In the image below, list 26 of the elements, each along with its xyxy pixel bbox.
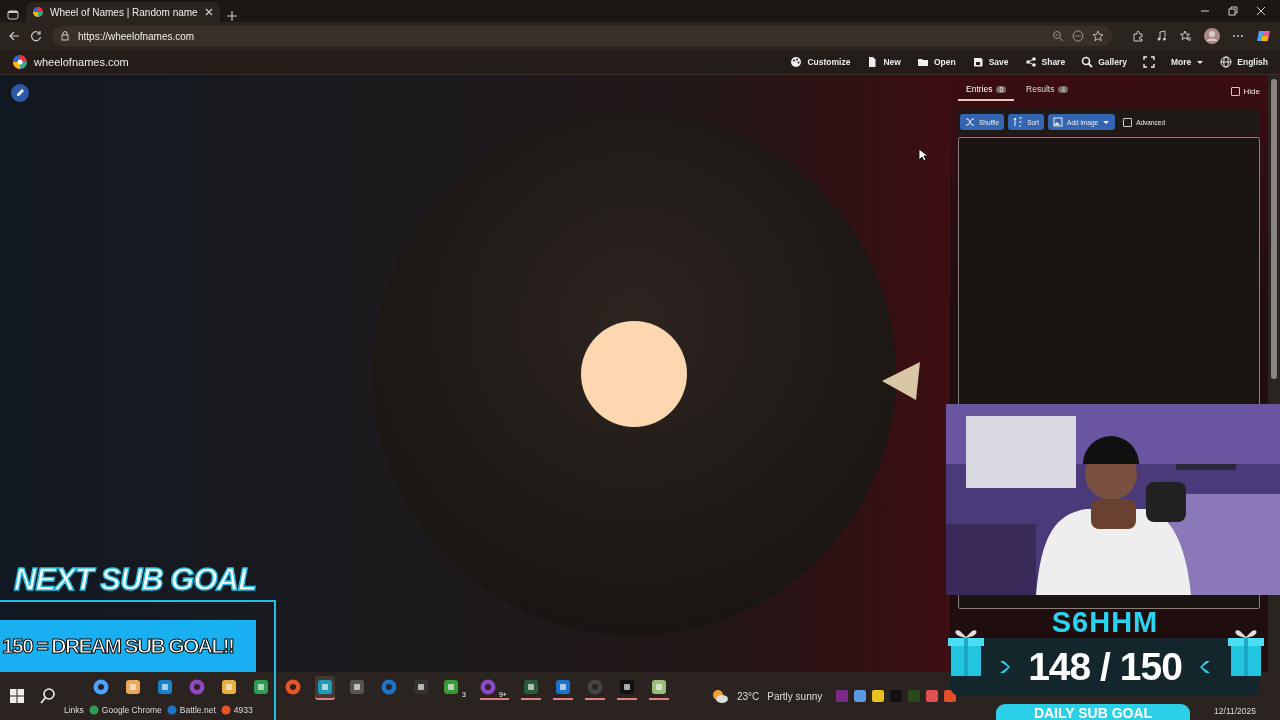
menu-link[interactable]: New	[866, 56, 901, 68]
menu-link[interactable]: Gallery	[1081, 56, 1127, 68]
address-bar[interactable]: https://wheelofnames.com	[52, 26, 1112, 46]
toolbar-label: Links	[64, 705, 84, 715]
goal-count: 148 / 150	[1028, 645, 1182, 689]
channel-name: S6HHM	[1050, 606, 1160, 639]
menu-link[interactable]: English	[1220, 56, 1268, 68]
tab-label: Entries	[966, 84, 993, 94]
menu-link[interactable]: Save	[971, 56, 1009, 68]
toolbar-link[interactable]: 4933	[233, 705, 253, 715]
browser-tab[interactable]: Wheel of Names | Random name	[26, 2, 220, 22]
goal-label: DAILY SUB GOAL	[996, 704, 1190, 720]
menu-link[interactable]: Customize	[790, 56, 851, 68]
menu-link[interactable]: More	[1171, 57, 1205, 67]
toolbar-link[interactable]: Google Chrome	[101, 705, 162, 715]
menu-link[interactable]: Share	[1024, 56, 1066, 68]
toolbar-link[interactable]: Battle.net	[179, 705, 216, 715]
sub-goal-text: 150 = DREAM SUB GOAL!!	[2, 634, 234, 658]
tab-label: Results	[1026, 84, 1055, 94]
menu-link[interactable]: Open	[916, 56, 956, 68]
temperature: 23°C	[736, 690, 760, 702]
clock-date: 12/11/2025	[1214, 706, 1256, 716]
weather-condition: Partly sunny	[767, 690, 823, 702]
site-logo-text[interactable]: wheelofnames.com	[34, 56, 129, 68]
sub-goal-title: NEXT SUB GOAL	[14, 562, 256, 598]
checkbox-label: Hide	[1243, 86, 1260, 96]
